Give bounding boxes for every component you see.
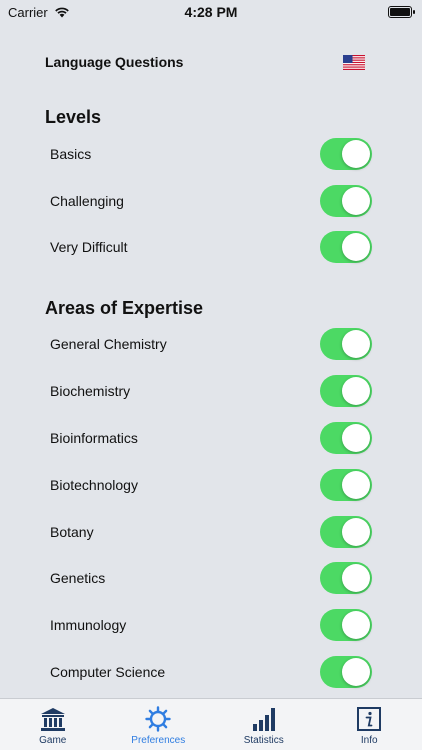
- immunology-toggle[interactable]: [320, 609, 372, 641]
- tab-label: Preferences: [131, 735, 186, 746]
- area-label: Immunology: [50, 617, 127, 633]
- area-row-biochemistry: Biochemistry: [50, 375, 372, 407]
- tab-preferences[interactable]: Preferences: [106, 699, 211, 746]
- area-label: Computer Science: [50, 664, 166, 680]
- levels-title: Levels: [45, 107, 102, 127]
- gear-icon: [145, 706, 171, 732]
- bar-chart-icon: [252, 708, 275, 731]
- language-row[interactable]: Language Questions: [45, 50, 365, 74]
- very-difficult-toggle[interactable]: [320, 231, 372, 263]
- tab-statistics[interactable]: Statistics: [211, 699, 316, 746]
- general-chemistry-toggle[interactable]: [320, 328, 372, 360]
- area-row-biotechnology: Biotechnology: [50, 469, 372, 501]
- area-row-genetics: Genetics: [50, 562, 372, 594]
- bioinformatics-toggle[interactable]: [320, 422, 372, 454]
- tab-game[interactable]: Game: [0, 699, 105, 746]
- area-label: Bioinformatics: [50, 430, 138, 446]
- area-label: Biochemistry: [50, 383, 131, 399]
- area-row-computer-science: Computer Science: [50, 656, 372, 688]
- area-row-immunology: Immunology: [50, 609, 372, 641]
- level-row-basics: Basics: [50, 138, 372, 170]
- area-label: Botany: [50, 524, 94, 540]
- tab-label: Info: [360, 735, 378, 746]
- botany-toggle[interactable]: [320, 516, 372, 548]
- status-time: 4:28 PM: [184, 4, 238, 20]
- tab-info[interactable]: Info: [317, 699, 422, 746]
- tab-bar: Game Preferences Statistics Info: [0, 698, 422, 750]
- status-bar: Carrier 4:28 PM: [0, 0, 422, 24]
- genetics-toggle[interactable]: [320, 562, 372, 594]
- challenging-toggle[interactable]: [320, 185, 372, 217]
- area-row-botany: Botany: [50, 516, 372, 548]
- area-row-general-chemistry: General Chemistry: [50, 328, 372, 360]
- basics-toggle[interactable]: [320, 138, 372, 170]
- level-row-challenging: Challenging: [50, 185, 372, 217]
- biochemistry-toggle[interactable]: [320, 375, 372, 407]
- computer-science-toggle[interactable]: [320, 656, 372, 688]
- us-flag-icon[interactable]: [343, 54, 365, 70]
- tab-label: Game: [39, 735, 67, 746]
- biotechnology-toggle[interactable]: [320, 469, 372, 501]
- areas-title: Areas of Expertise: [45, 298, 204, 318]
- area-label: General Chemistry: [50, 336, 167, 352]
- bank-icon: [40, 708, 65, 731]
- battery-icon: [388, 6, 415, 18]
- tab-label: Statistics: [243, 735, 284, 746]
- level-row-very-difficult: Very Difficult: [50, 231, 372, 263]
- area-label: Biotechnology: [50, 477, 138, 493]
- level-label: Very Difficult: [50, 239, 128, 255]
- info-icon: [357, 707, 382, 731]
- level-label: Basics: [50, 146, 92, 162]
- area-row-bioinformatics: Bioinformatics: [50, 422, 372, 454]
- language-label: Language Questions: [45, 54, 184, 70]
- area-label: Genetics: [50, 570, 106, 586]
- level-label: Challenging: [50, 193, 124, 209]
